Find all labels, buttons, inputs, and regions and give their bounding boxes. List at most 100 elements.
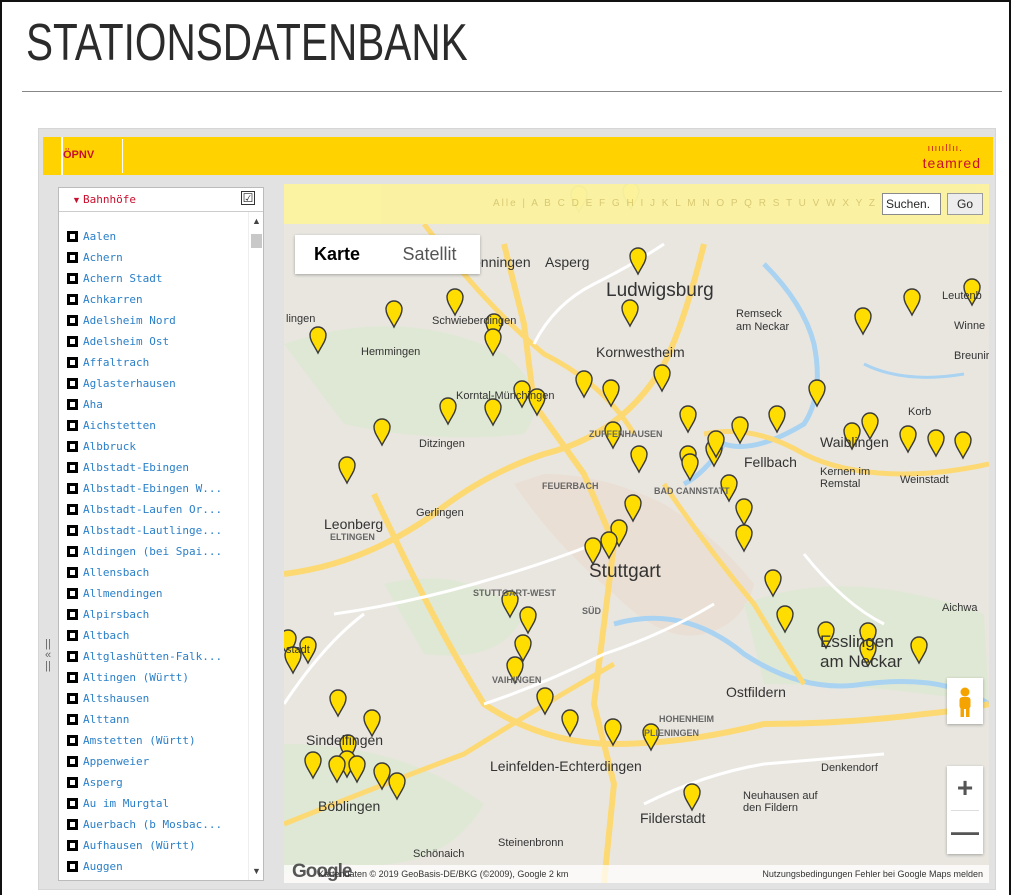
street-view-pegman-icon[interactable] — [947, 678, 983, 724]
station-checkbox-icon[interactable] — [67, 231, 78, 242]
station-list-item[interactable]: Achkarren — [67, 289, 247, 310]
station-checkbox-icon[interactable] — [67, 483, 78, 494]
map-type-karte-button[interactable]: Karte — [295, 235, 379, 274]
station-list-item[interactable]: Au im Murgtal — [67, 793, 247, 814]
station-list-item[interactable]: Alttann — [67, 709, 247, 730]
station-name[interactable]: Alttann — [83, 713, 129, 726]
go-button[interactable]: Go — [947, 193, 983, 215]
station-name[interactable]: Altbach — [83, 629, 129, 642]
station-checkbox-icon[interactable] — [67, 378, 78, 389]
station-name[interactable]: Auggen — [83, 860, 123, 873]
station-name[interactable]: Asperg — [83, 776, 123, 789]
zoom-out-button[interactable]: — — [947, 810, 983, 854]
station-name[interactable]: Achern — [83, 251, 123, 264]
station-name[interactable]: Affaltrach — [83, 356, 149, 369]
station-list-item[interactable]: Appenweier — [67, 751, 247, 772]
search-input[interactable]: Suchen. — [882, 193, 941, 215]
station-checkbox-icon[interactable] — [67, 861, 78, 872]
station-checkbox-icon[interactable] — [67, 651, 78, 662]
station-name[interactable]: Achern Stadt — [83, 272, 162, 285]
map-terms-links[interactable]: Nutzungsbedingungen Fehler bei Google Ma… — [762, 865, 983, 883]
list-scrollbar[interactable]: ▲ ▼ — [248, 212, 263, 880]
station-name[interactable]: Albstadt-Lautlinge... — [83, 524, 222, 537]
station-checkbox-icon[interactable] — [67, 399, 78, 410]
station-checkbox-icon[interactable] — [67, 567, 78, 578]
station-checkbox-icon[interactable] — [67, 525, 78, 536]
station-list-item[interactable]: Allmendingen — [67, 583, 247, 604]
station-list-item[interactable]: Auggen — [67, 856, 247, 877]
station-checkbox-icon[interactable] — [67, 273, 78, 284]
station-checkbox-icon[interactable] — [67, 420, 78, 431]
station-checkbox-icon[interactable] — [67, 315, 78, 326]
station-checkbox-icon[interactable] — [67, 252, 78, 263]
station-list-item[interactable]: Albbruck — [67, 436, 247, 457]
alphabet-filter[interactable]: Alle | A B C D E F G H I J K L M N O P Q… — [493, 198, 877, 209]
station-list-item[interactable]: Allensbach — [67, 562, 247, 583]
station-name[interactable]: Albbruck — [83, 440, 136, 453]
station-list-item[interactable]: Adelsheim Nord — [67, 310, 247, 331]
station-name[interactable]: Adelsheim Nord — [83, 314, 176, 327]
station-name[interactable]: Aalen — [83, 230, 116, 243]
station-name[interactable]: Adelsheim Ost — [83, 335, 169, 348]
station-checkbox-icon[interactable] — [67, 819, 78, 830]
station-list-item[interactable]: Auerbach (b Mosbac... — [67, 814, 247, 835]
station-name[interactable]: Altingen (Württ) — [83, 671, 189, 684]
station-list-item[interactable]: Aichstetten — [67, 415, 247, 436]
station-name[interactable]: Altglashütten-Falk... — [83, 650, 222, 663]
map-type-satellite-button[interactable]: Satellit — [379, 235, 480, 274]
station-name[interactable]: Au im Murgtal — [83, 797, 169, 810]
station-name[interactable]: Amstetten (Württ) — [83, 734, 196, 747]
station-name[interactable]: Allmendingen — [83, 587, 162, 600]
station-list-item[interactable]: Aha — [67, 394, 247, 415]
station-list-item[interactable]: Achern Stadt — [67, 268, 247, 289]
station-list-item[interactable]: Aldingen (bei Spai... — [67, 541, 247, 562]
station-list-item[interactable]: Aglasterhausen — [67, 373, 247, 394]
station-checkbox-icon[interactable] — [67, 672, 78, 683]
station-checkbox-icon[interactable] — [67, 798, 78, 809]
station-list-item[interactable]: Affaltrach — [67, 352, 247, 373]
zoom-in-button[interactable]: + — [947, 766, 983, 810]
station-list-item[interactable]: Aufhausen (Württ) — [67, 835, 247, 856]
station-checkbox-icon[interactable] — [67, 756, 78, 767]
station-checkbox-icon[interactable] — [67, 294, 78, 305]
station-list-item[interactable]: Amstetten (Württ) — [67, 730, 247, 751]
station-name[interactable]: Albstadt-Laufen Or... — [83, 503, 222, 516]
station-checkbox-icon[interactable] — [67, 441, 78, 452]
scroll-up-icon[interactable]: ▲ — [252, 216, 261, 226]
station-checkbox-icon[interactable] — [67, 336, 78, 347]
station-list-item[interactable]: Albstadt-Laufen Or... — [67, 499, 247, 520]
station-checkbox-icon[interactable] — [67, 693, 78, 704]
station-list-item[interactable]: Altglashütten-Falk... — [67, 646, 247, 667]
station-name[interactable]: Aichstetten — [83, 419, 156, 432]
station-list-item[interactable]: Albstadt-Ebingen — [67, 457, 247, 478]
station-checkbox-icon[interactable] — [67, 735, 78, 746]
station-list-item[interactable]: Aalen — [67, 226, 247, 247]
station-list-item[interactable]: Altingen (Württ) — [67, 667, 247, 688]
station-list-item[interactable]: Adelsheim Ost — [67, 331, 247, 352]
station-name[interactable]: Aufhausen (Württ) — [83, 839, 196, 852]
station-list-item[interactable]: Albstadt-Lautlinge... — [67, 520, 247, 541]
station-checkbox-icon[interactable] — [67, 630, 78, 641]
map-view[interactable]: Ludwigsburg Asperg önningen Schwieberdin… — [284, 184, 989, 883]
scroll-down-icon[interactable]: ▼ — [252, 866, 261, 876]
station-checkbox-icon[interactable] — [67, 504, 78, 515]
station-list-item[interactable]: Alpirsbach — [67, 604, 247, 625]
station-name[interactable]: Albstadt-Ebingen — [83, 461, 189, 474]
scroll-thumb[interactable] — [251, 234, 262, 248]
station-type-dropdown[interactable]: ▼ Bahnhöfe ☑ — [59, 188, 263, 212]
station-name[interactable]: Allensbach — [83, 566, 149, 579]
station-name[interactable]: Aha — [83, 398, 103, 411]
select-all-checkbox[interactable]: ☑ — [241, 191, 255, 205]
station-name[interactable]: Appenweier — [83, 755, 149, 768]
station-list-item[interactable]: Altbach — [67, 625, 247, 646]
station-list-item[interactable]: Albstadt-Ebingen W... — [67, 478, 247, 499]
station-checkbox-icon[interactable] — [67, 588, 78, 599]
sidebar-collapse-handle[interactable]: || «|| — [43, 639, 53, 672]
station-list-item[interactable]: Altshausen — [67, 688, 247, 709]
station-name[interactable]: Alpirsbach — [83, 608, 149, 621]
station-checkbox-icon[interactable] — [67, 546, 78, 557]
station-checkbox-icon[interactable] — [67, 840, 78, 851]
station-name[interactable]: Achkarren — [83, 293, 143, 306]
station-name[interactable]: Auerbach (b Mosbac... — [83, 818, 222, 831]
station-name[interactable]: Aldingen (bei Spai... — [83, 545, 222, 558]
